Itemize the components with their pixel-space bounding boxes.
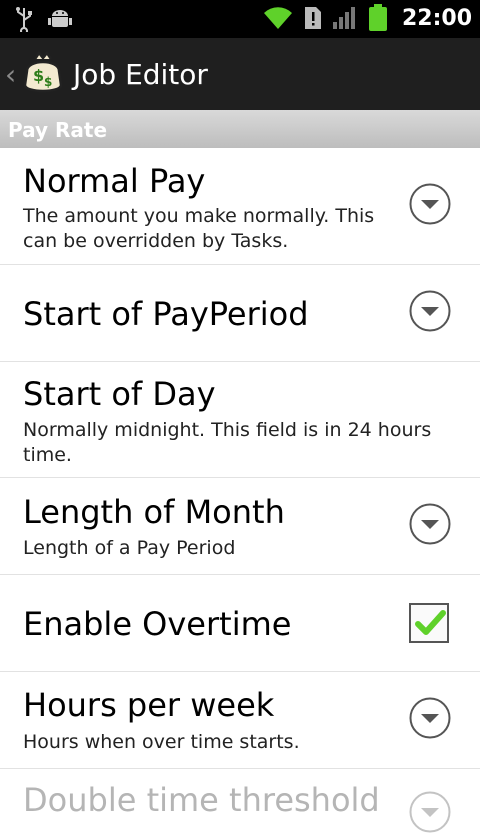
- dropdown-arrow-icon[interactable]: [409, 697, 451, 739]
- wifi-icon: [263, 7, 292, 30]
- pref-summary: Normally midnight. This field is in 24 h…: [23, 419, 432, 466]
- dropdown-arrow-icon[interactable]: [409, 791, 451, 833]
- checkmark-icon: [415, 610, 446, 635]
- pref-title: Start of PayPeriod: [23, 295, 309, 333]
- status-bar: 22:00: [0, 0, 480, 38]
- pref-summary: Hours when over time starts.: [23, 731, 300, 753]
- status-clock: 22:00: [401, 5, 472, 31]
- overtime-checkbox[interactable]: [409, 603, 449, 643]
- pref-hours-per-week[interactable]: Hours per week Hours when over time star…: [0, 672, 480, 769]
- svg-text:$: $: [33, 66, 44, 85]
- dropdown-arrow-icon[interactable]: [409, 503, 451, 545]
- pref-start-of-day[interactable]: Start of Day Normally midnight. This fie…: [0, 362, 480, 478]
- section-label: Pay Rate: [8, 118, 108, 142]
- chevron-left-icon[interactable]: ‹: [5, 58, 16, 91]
- dropdown-arrow-icon[interactable]: [409, 183, 451, 225]
- usb-icon: [16, 7, 32, 32]
- pref-length-of-month[interactable]: Length of Month Length of a Pay Period: [0, 478, 480, 575]
- svg-text:$: $: [44, 75, 52, 89]
- money-bag-icon[interactable]: $ $: [21, 51, 65, 95]
- pref-double-time-threshold[interactable]: Double time threshold: [0, 769, 480, 833]
- battery-icon: [368, 4, 387, 31]
- pref-title: Hours per week: [23, 686, 275, 724]
- android-debug-icon: [48, 10, 72, 27]
- pref-start-of-payperiod[interactable]: Start of PayPeriod: [0, 265, 480, 362]
- dropdown-arrow-icon[interactable]: [409, 290, 451, 332]
- pref-title: Enable Overtime: [23, 605, 292, 643]
- pref-title: Normal Pay: [23, 162, 206, 200]
- pref-title: Start of Day: [23, 375, 216, 413]
- pref-summary: The amount you make normally. This can b…: [23, 205, 375, 252]
- page-title: Job Editor: [73, 58, 208, 91]
- sim-alert-icon: [304, 7, 321, 29]
- pref-enable-overtime[interactable]: Enable Overtime: [0, 575, 480, 672]
- pref-normal-pay[interactable]: Normal Pay The amount you make normally.…: [0, 148, 480, 265]
- signal-icon: [332, 7, 355, 29]
- pref-title: Length of Month: [23, 493, 285, 531]
- section-header: Pay Rate: [0, 110, 480, 148]
- pref-summary: Length of a Pay Period: [23, 537, 236, 559]
- app-bar: ‹ $ $ Job Editor: [0, 38, 480, 111]
- pref-title: Double time threshold: [23, 781, 380, 819]
